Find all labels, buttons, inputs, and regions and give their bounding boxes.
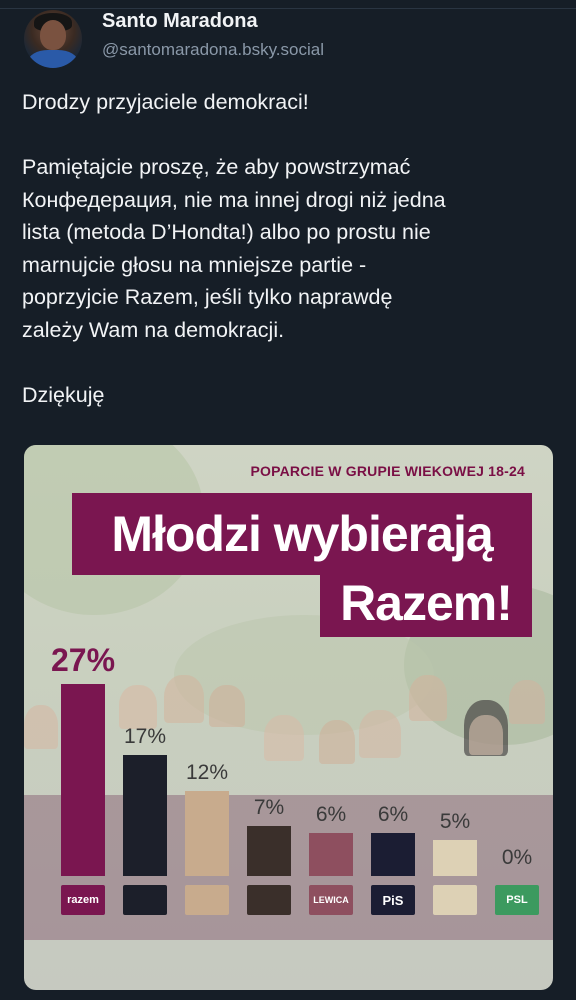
bar-2 bbox=[185, 791, 229, 876]
party-logo: PiS bbox=[371, 885, 415, 915]
party-logo bbox=[247, 885, 291, 915]
data-label: 12% bbox=[185, 761, 229, 784]
post-text: Drodzy przyjaciele demokraci! Pamiętajci… bbox=[22, 86, 552, 444]
data-label: 5% bbox=[439, 810, 471, 833]
bar-5 bbox=[371, 833, 415, 876]
data-label: 0% bbox=[501, 846, 533, 869]
bar-3 bbox=[247, 826, 291, 876]
party-logo: LEWICA bbox=[309, 885, 353, 915]
data-label: 6% bbox=[315, 803, 347, 826]
author-display-name[interactable]: Santo Maradona bbox=[102, 10, 258, 33]
headline-line-2: Razem! bbox=[320, 569, 532, 637]
chart-caption: POPARCIE W GRUPIE WIEKOWEJ 18-24 bbox=[250, 463, 525, 479]
bar-1 bbox=[123, 755, 167, 876]
post-paragraph: Dziękuję bbox=[22, 382, 105, 407]
post-image[interactable]: POPARCIE W GRUPIE WIEKOWEJ 18-24 Młodzi … bbox=[24, 445, 553, 990]
bar-6 bbox=[433, 840, 477, 876]
party-logo: razem bbox=[61, 885, 105, 915]
author-handle[interactable]: @santomaradona.bsky.social bbox=[102, 40, 324, 60]
data-label: 7% bbox=[253, 796, 285, 819]
party-logo bbox=[123, 885, 167, 915]
headline-line-1: Młodzi wybierają bbox=[72, 493, 532, 575]
bar-0 bbox=[61, 684, 105, 876]
data-label: 6% bbox=[377, 803, 409, 826]
data-label: 27% bbox=[50, 642, 116, 678]
bar-4 bbox=[309, 833, 353, 876]
post-paragraph: Drodzy przyjaciele demokraci! bbox=[22, 90, 309, 114]
party-logo: PSL bbox=[495, 885, 539, 915]
avatar[interactable] bbox=[24, 10, 82, 68]
party-logo bbox=[185, 885, 229, 915]
post-paragraph: Pamiętajcie proszę, że aby powstrzymać К… bbox=[22, 155, 446, 342]
party-logo bbox=[433, 885, 477, 915]
divider bbox=[0, 8, 576, 9]
data-label: 17% bbox=[123, 725, 167, 748]
